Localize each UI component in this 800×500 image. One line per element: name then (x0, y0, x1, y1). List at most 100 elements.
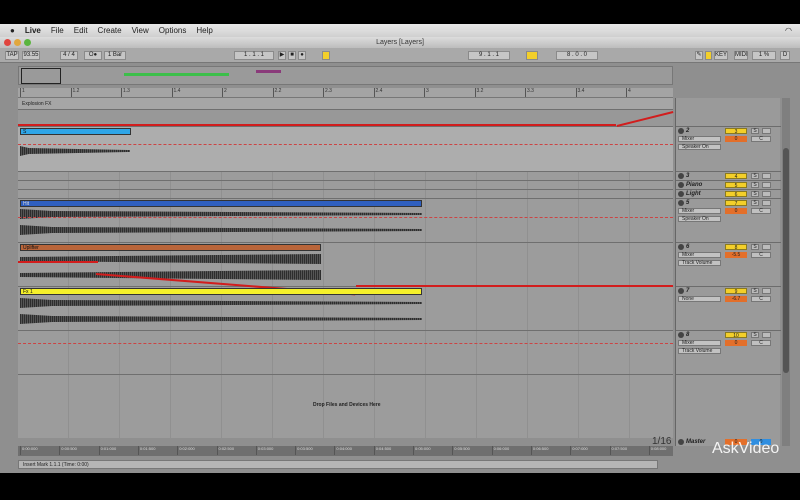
menu-view[interactable]: View (132, 26, 149, 35)
draw-toggle[interactable] (705, 51, 712, 60)
loop-button[interactable] (526, 51, 538, 60)
device-chooser[interactable]: Mixer (678, 208, 721, 214)
clip-fx1[interactable]: Fx 1 (20, 288, 422, 295)
track-lane-light[interactable] (18, 190, 673, 199)
automation-line[interactable] (18, 261, 98, 263)
expand-icon[interactable] (678, 191, 684, 197)
menu-options[interactable]: Options (159, 26, 187, 35)
quantize-select[interactable]: 1 Bar (104, 51, 126, 60)
arm-button[interactable] (762, 173, 771, 179)
minimize-icon[interactable] (14, 39, 21, 46)
menu-file[interactable]: File (51, 26, 64, 35)
clip-uplifter[interactable]: Uplifter (20, 244, 321, 251)
arm-button[interactable] (762, 128, 771, 134)
metronome-button[interactable]: O● (84, 51, 102, 60)
track-lane-6[interactable]: Uplifter (18, 243, 673, 296)
track-activator[interactable]: 6 (725, 191, 747, 198)
device-chooser[interactable]: Mixer (678, 252, 721, 258)
pencil-icon[interactable]: ✎ (695, 51, 703, 60)
solo-button[interactable]: S (751, 191, 759, 197)
parameter-chooser[interactable]: Speaker On (678, 216, 721, 222)
menu-edit[interactable]: Edit (74, 26, 88, 35)
parameter-chooser[interactable]: Speaker On (678, 144, 721, 150)
automation-lane[interactable] (18, 110, 674, 127)
device-chooser[interactable]: None (678, 296, 721, 302)
volume-field[interactable]: 0 (725, 340, 747, 346)
track-lanes[interactable]: Explosion FX S Hit Uplifter Fx 1 Drop Fi… (18, 98, 674, 447)
track-activator[interactable]: 10 (725, 332, 747, 339)
arm-button[interactable] (762, 332, 771, 338)
menu-help[interactable]: Help (196, 26, 212, 35)
solo-button[interactable]: S (751, 244, 759, 250)
pan-field[interactable]: C (751, 136, 771, 142)
pan-field[interactable]: C (751, 340, 771, 346)
track-header[interactable]: 7 9 S None -6.7 C (676, 287, 781, 331)
tempo-field[interactable]: 93.55 (22, 51, 40, 60)
stop-button[interactable]: ■ (288, 51, 296, 60)
record-button[interactable]: ● (298, 51, 306, 60)
parameter-chooser[interactable]: Track Volume (678, 260, 721, 266)
automation-line[interactable] (18, 124, 616, 126)
pan-field[interactable]: C (751, 208, 771, 214)
clip-s[interactable]: S (20, 128, 131, 135)
group-lane[interactable]: Explosion FX (18, 98, 673, 110)
meter-field[interactable]: 4 / 4 (60, 51, 78, 60)
track-lane-3[interactable] (18, 172, 673, 181)
arm-button[interactable] (762, 200, 771, 206)
track-header[interactable]: 3 4 S (676, 172, 781, 181)
track-header[interactable]: 8 10 S Mixer Track Volume 0 C (676, 331, 781, 375)
volume-field[interactable]: -5.5 (725, 252, 747, 258)
arm-button[interactable] (762, 288, 771, 294)
loop-length-field[interactable]: 8 . 0 . 0 (556, 51, 598, 60)
solo-button[interactable]: S (751, 182, 759, 188)
close-icon[interactable] (4, 39, 11, 46)
loop-start-field[interactable]: 9 . 1 . 1 (468, 51, 510, 60)
track-lane-piano[interactable] (18, 181, 673, 190)
expand-icon[interactable] (678, 182, 684, 188)
zoom-icon[interactable] (24, 39, 31, 46)
menu-create[interactable]: Create (98, 26, 122, 35)
menu-live[interactable]: Live (25, 26, 41, 35)
key-map-button[interactable]: KEY (714, 51, 728, 60)
position-field[interactable]: 1 . 1 . 1 (234, 51, 274, 60)
track-lane-7[interactable]: Fx 1 (18, 287, 673, 331)
parameter-chooser[interactable]: Track Volume (678, 348, 721, 354)
clip-hit[interactable]: Hit (20, 200, 422, 207)
solo-button[interactable]: S (751, 173, 759, 179)
expand-icon[interactable] (678, 332, 684, 338)
time-ruler[interactable]: 0:00:000 0:00:500 0:01:000 0:01:500 0:02:000… (18, 446, 673, 456)
device-chooser[interactable]: Mixer (678, 136, 721, 142)
track-header[interactable]: 2 3 S Mixer Speaker On 0 C (676, 127, 781, 172)
expand-icon[interactable] (678, 288, 684, 294)
track-activator[interactable]: 8 (725, 244, 747, 251)
solo-button[interactable]: S (751, 200, 759, 206)
overview-viewport[interactable] (21, 68, 61, 84)
automation-ramp[interactable] (616, 111, 674, 127)
track-header[interactable]: 5 7 S Mixer Speaker On 0 C (676, 199, 781, 243)
pan-field[interactable]: C (751, 296, 771, 302)
track-activator[interactable]: 4 (725, 173, 747, 180)
arm-button[interactable] (762, 244, 771, 250)
device-chooser[interactable]: Mixer (678, 340, 721, 346)
track-header[interactable]: Light 6 S (676, 190, 781, 199)
expand-icon[interactable] (678, 200, 684, 206)
volume-field[interactable]: -6.7 (725, 296, 747, 302)
apple-icon[interactable]: ● (10, 26, 15, 35)
beat-ruler[interactable]: 1 1.2 1.3 1.4 2 2.2 2.3 2.4 3 3.2 3.3 3.4 4 (18, 88, 673, 98)
solo-button[interactable]: S (751, 128, 759, 134)
solo-button[interactable]: S (751, 288, 759, 294)
track-header[interactable]: 6 8 S Mixer Track Volume -5.5 C (676, 243, 781, 287)
arm-button[interactable] (762, 182, 771, 188)
overview-strip[interactable] (18, 66, 673, 85)
scroll-thumb[interactable] (783, 148, 789, 373)
track-activator[interactable]: 9 (725, 288, 747, 295)
track-activator[interactable]: 3 (725, 128, 747, 135)
track-lane-5[interactable]: Hit (18, 199, 673, 243)
arm-button[interactable] (762, 191, 771, 197)
midi-map-button[interactable]: MIDI (734, 51, 748, 60)
track-activator[interactable]: 7 (725, 200, 747, 207)
pan-field[interactable]: C (751, 252, 771, 258)
follow-button[interactable] (322, 51, 330, 60)
wifi-icon[interactable]: ◠ (785, 26, 792, 35)
solo-button[interactable]: S (751, 332, 759, 338)
